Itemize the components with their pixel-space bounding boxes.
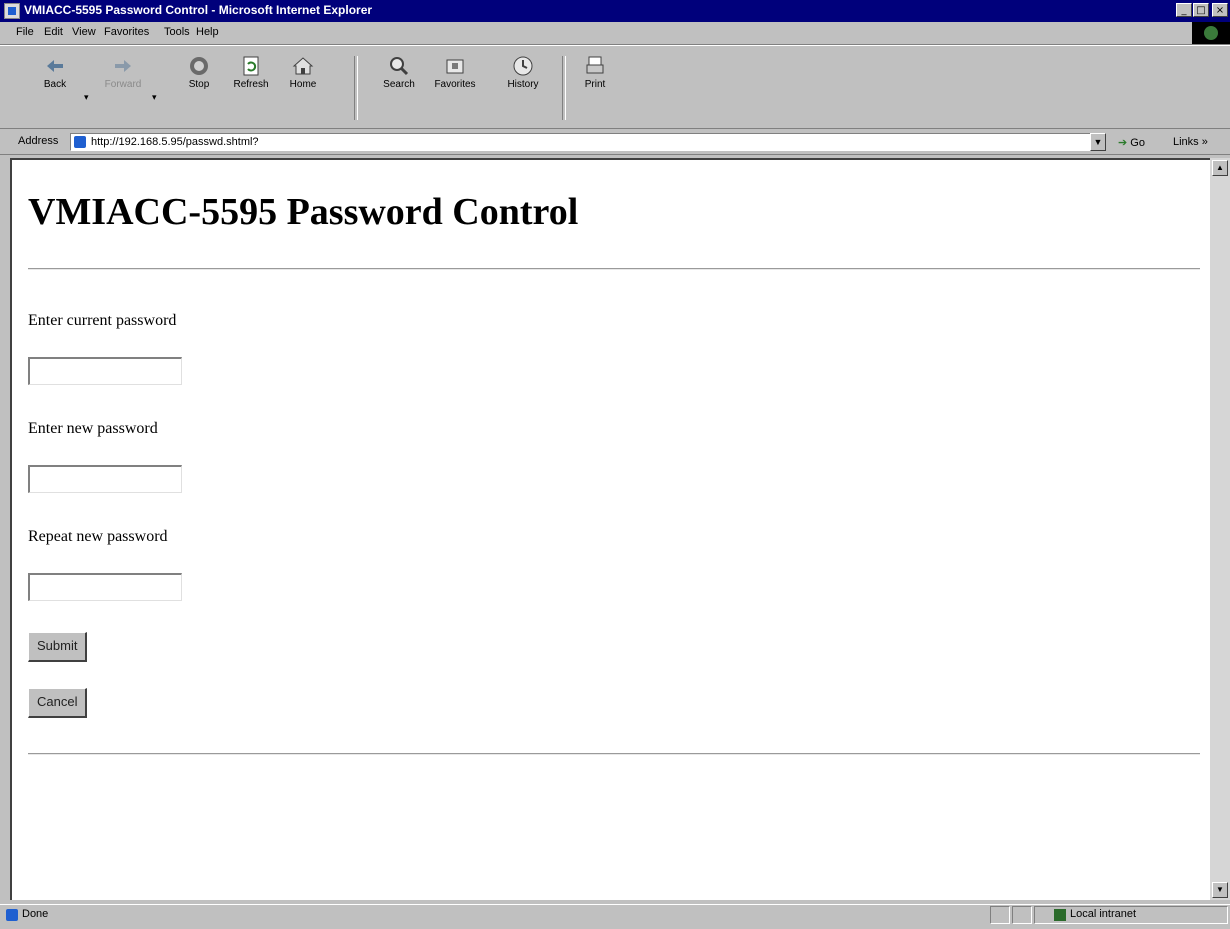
current-password-label: Enter current password [28, 312, 177, 329]
scroll-down-button[interactable]: ▼ [1212, 882, 1228, 898]
window-title: VMIACC-5595 Password Control - Microsoft… [24, 3, 373, 17]
history-icon [513, 56, 533, 76]
back-dropdown-icon[interactable]: ▾ [84, 92, 89, 103]
title-bar: VMIACC-5595 Password Control - Microsoft… [0, 0, 1230, 22]
forward-arrow-icon [115, 60, 131, 72]
page-icon [74, 136, 86, 148]
refresh-label: Refresh [233, 79, 269, 90]
menu-help[interactable]: Help [196, 26, 219, 38]
top-divider [28, 268, 1200, 270]
repeat-password-input[interactable] [28, 573, 182, 601]
page-content: VMIACC-5595 Password Control Enter curre… [10, 158, 1210, 900]
ie-app-icon [4, 3, 20, 19]
refresh-button[interactable]: Refresh [228, 55, 274, 123]
stop-label: Stop [188, 79, 210, 90]
minimize-button[interactable]: _ [1176, 3, 1192, 17]
vertical-scrollbar[interactable] [1210, 158, 1230, 900]
stop-icon [190, 57, 208, 75]
back-arrow-icon [47, 60, 63, 72]
search-label: Search [383, 79, 415, 90]
cancel-button[interactable]: Cancel [28, 688, 88, 718]
close-button[interactable]: × [1212, 3, 1228, 17]
forward-dropdown-icon[interactable]: ▾ [152, 92, 157, 103]
toolbar-separator [354, 56, 358, 120]
links-button[interactable]: Links » [1173, 136, 1208, 148]
home-icon [292, 57, 314, 75]
page-done-icon [6, 909, 18, 921]
submit-button[interactable]: Submit [28, 632, 88, 662]
history-label: History [507, 79, 539, 90]
status-pane [1012, 906, 1032, 924]
intranet-zone-icon [1054, 909, 1066, 921]
stop-button[interactable]: Stop [176, 55, 222, 123]
menu-favorites[interactable]: Favorites [104, 26, 149, 38]
menu-bar: File Edit View Favorites Tools Help [0, 22, 1230, 45]
menu-edit[interactable]: Edit [44, 26, 63, 38]
current-password-input[interactable] [28, 357, 182, 385]
address-url: http://192.168.5.95/passwd.shtml? [91, 136, 259, 148]
back-label: Back [43, 79, 67, 90]
windows-logo-icon [1192, 22, 1230, 44]
go-label: Go [1130, 137, 1145, 149]
status-text: Done [22, 908, 49, 920]
maximize-button[interactable]: □ [1193, 3, 1209, 17]
search-button[interactable]: Search [376, 55, 422, 123]
favorites-label: Favorites [434, 79, 476, 90]
favorites-button[interactable]: Favorites [432, 55, 478, 123]
status-pane [990, 906, 1010, 924]
menu-tools[interactable]: Tools [164, 26, 190, 38]
history-button[interactable]: History [500, 55, 546, 123]
new-password-input[interactable] [28, 465, 182, 493]
menu-file[interactable]: File [16, 26, 34, 38]
print-label: Print [584, 79, 606, 90]
scroll-up-button[interactable]: ▲ [1212, 160, 1228, 176]
forward-label: Forward [104, 79, 142, 90]
zone-text: Local intranet [1070, 908, 1137, 920]
bottom-divider [28, 753, 1200, 755]
go-arrow-icon: ➔ [1118, 137, 1128, 149]
new-password-label: Enter new password [28, 420, 158, 437]
go-button[interactable]: ➔ Go [1118, 136, 1145, 149]
back-button[interactable]: Back [32, 55, 78, 123]
refresh-icon [243, 56, 259, 76]
toolbar-separator [562, 56, 566, 120]
address-dropdown-button[interactable]: ▼ [1090, 133, 1106, 151]
print-button[interactable]: Print [572, 55, 618, 123]
home-label: Home [289, 79, 317, 90]
home-button[interactable]: Home [280, 55, 326, 123]
favorites-icon [446, 59, 464, 74]
forward-button[interactable]: Forward [100, 55, 146, 123]
repeat-password-label: Repeat new password [28, 528, 168, 545]
search-icon [390, 57, 409, 76]
address-label: Address [18, 135, 59, 147]
menu-view[interactable]: View [72, 26, 96, 38]
address-input[interactable]: http://192.168.5.95/passwd.shtml? [70, 133, 1104, 151]
page-title: VMIACC-5595 Password Control [28, 191, 579, 233]
print-icon [586, 56, 604, 74]
